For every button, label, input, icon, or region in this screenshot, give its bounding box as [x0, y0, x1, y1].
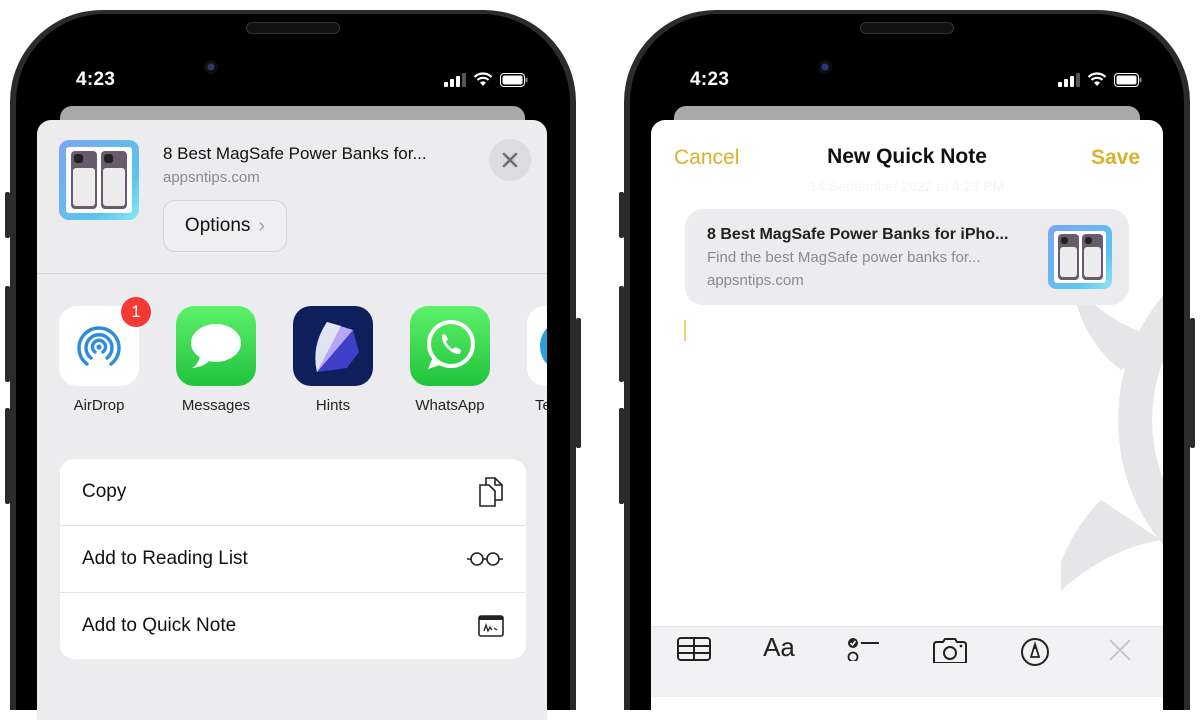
action-add-reading-list[interactable]: Add to Reading List [60, 526, 526, 593]
action-label: Add to Quick Note [82, 615, 237, 636]
share-app-telegram[interactable]: Te [527, 306, 547, 414]
chevron-right-icon: › [258, 214, 266, 237]
action-label: Copy [82, 481, 127, 502]
action-copy[interactable]: Copy [60, 459, 526, 526]
notification-badge: 1 [121, 297, 151, 327]
app-label: WhatsApp [415, 397, 485, 414]
whatsapp-icon [410, 306, 490, 386]
share-app-hints[interactable]: Hints [293, 306, 373, 414]
camera-icon [932, 638, 967, 663]
checklist-button[interactable] [844, 637, 884, 677]
text-cursor[interactable] [684, 320, 686, 341]
save-button[interactable]: Save [1091, 146, 1140, 170]
hints-icon [293, 306, 373, 386]
text-format-button[interactable]: Aa [759, 632, 799, 677]
front-camera [818, 60, 832, 74]
link-card[interactable]: 8 Best MagSafe Power Banks for iPho... F… [685, 209, 1129, 305]
app-label: Te [535, 397, 547, 414]
messages-icon [176, 306, 256, 386]
telegram-icon [527, 306, 547, 386]
status-icons [1058, 72, 1142, 87]
speaker-grille [246, 22, 340, 34]
camera-button[interactable] [930, 637, 970, 677]
quick-note-icon [478, 615, 504, 637]
note-title: New Quick Note [827, 145, 987, 168]
app-label: AirDrop [73, 397, 125, 414]
options-label: Options [184, 215, 251, 236]
status-icons [444, 72, 528, 87]
app-label: Hints [315, 397, 351, 414]
glasses-icon [467, 552, 503, 566]
share-title: 8 Best MagSafe Power Banks for... [163, 144, 427, 163]
close-button[interactable] [489, 139, 531, 181]
link-title: 8 Best MagSafe Power Banks for iPho... [707, 226, 1009, 243]
checklist-icon [847, 638, 880, 661]
share-sheet: 8 Best MagSafe Power Banks for... appsnt… [37, 120, 547, 720]
divider [37, 273, 547, 274]
action-add-quick-note[interactable]: Add to Quick Note [60, 593, 526, 659]
options-button[interactable]: Options › [163, 200, 287, 252]
note-date: 14 September 2022 at 4:23 PM [809, 178, 1005, 194]
front-camera [204, 60, 218, 74]
battery-icon [1114, 72, 1142, 87]
text-format-icon: Aa [763, 632, 795, 662]
link-thumbnail [1048, 225, 1112, 289]
link-description: Find the best MagSafe power banks for... [707, 249, 981, 266]
close-icon [1109, 639, 1132, 661]
action-list: Copy Add to Reading List Add to Quick No… [60, 459, 526, 659]
status-time: 4:23 [690, 69, 730, 90]
airdrop-icon: 1 [59, 297, 151, 386]
speaker-grille [860, 22, 954, 34]
share-domain: appsntips.com [163, 169, 260, 186]
share-app-messages[interactable]: Messages [176, 306, 256, 414]
wifi-icon [1087, 72, 1107, 86]
signal-icon [1058, 72, 1080, 87]
status-time: 4:23 [76, 69, 116, 90]
table-button[interactable] [674, 637, 714, 677]
signal-icon [444, 72, 466, 87]
battery-icon [500, 72, 528, 87]
phone-side-button [1190, 318, 1195, 448]
close-toolbar-button[interactable] [1100, 637, 1140, 677]
share-app-whatsapp[interactable]: WhatsApp [410, 306, 490, 414]
copy-icon [479, 477, 503, 507]
close-icon [502, 152, 518, 168]
action-label: Add to Reading List [82, 548, 248, 569]
markup-button[interactable] [1015, 637, 1055, 677]
quick-note-sheet: Cancel New Quick Note Save 14 September … [651, 120, 1163, 720]
app-label: Messages [181, 397, 251, 414]
share-app-airdrop[interactable]: 1 AirDrop [59, 297, 151, 414]
link-domain: appsntips.com [707, 272, 804, 289]
wifi-icon [473, 72, 493, 86]
table-icon [676, 637, 711, 661]
app-row: 1 AirDrop Messages Hints WhatsApp Te [59, 297, 547, 414]
markup-icon [1020, 638, 1049, 666]
phone-side-button [576, 318, 581, 448]
link-thumbnail [59, 140, 139, 220]
